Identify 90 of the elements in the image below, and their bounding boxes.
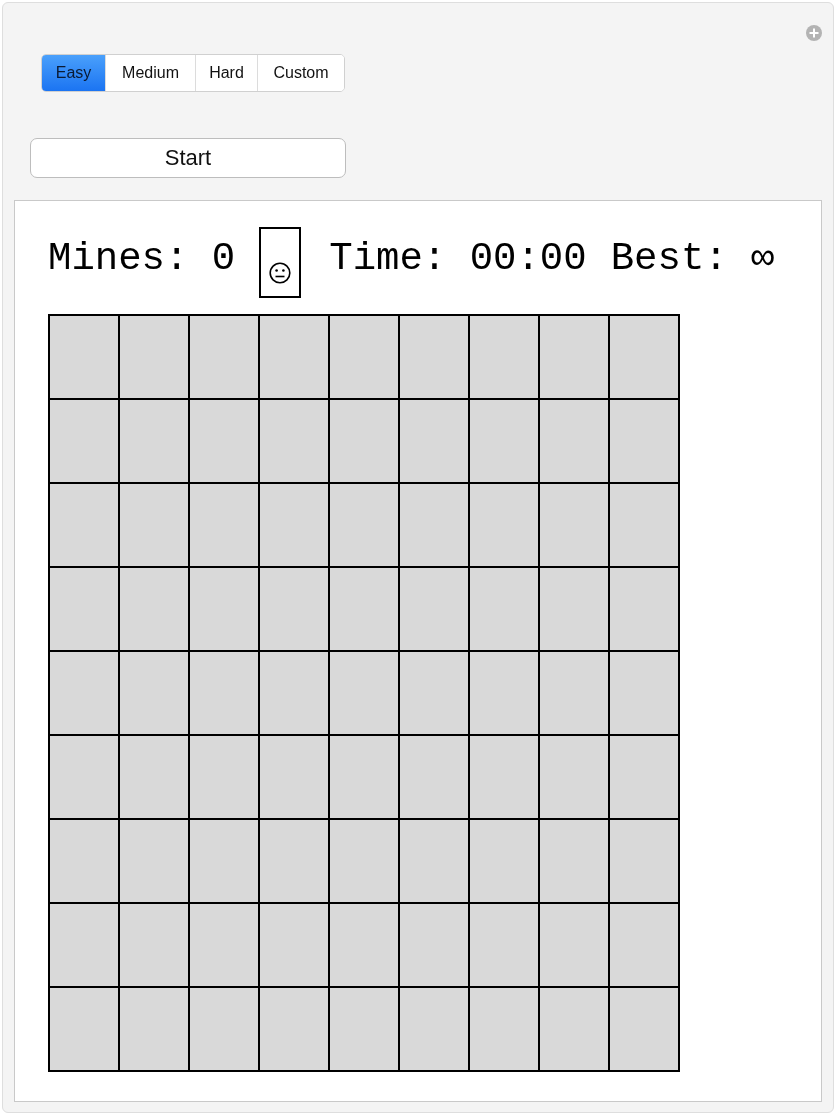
board-cell[interactable] <box>260 736 328 818</box>
board-cell[interactable] <box>400 316 468 398</box>
board-cell[interactable] <box>400 904 468 986</box>
board-cell[interactable] <box>610 316 678 398</box>
board-cell[interactable] <box>50 568 118 650</box>
add-icon[interactable] <box>806 25 822 41</box>
mines-counter: Mines: 0 <box>48 237 236 282</box>
board-cell[interactable] <box>190 484 258 566</box>
difficulty-tab[interactable]: Custom <box>257 55 344 91</box>
board-cell[interactable] <box>190 904 258 986</box>
board-cell[interactable] <box>470 736 538 818</box>
board-cell[interactable] <box>540 988 608 1070</box>
board-cell[interactable] <box>610 820 678 902</box>
board-cell[interactable] <box>260 400 328 482</box>
board-cell[interactable] <box>330 904 398 986</box>
board-cell[interactable] <box>120 736 188 818</box>
board-cell[interactable] <box>470 820 538 902</box>
board-cell[interactable] <box>470 568 538 650</box>
board-cell[interactable] <box>120 316 188 398</box>
face-button[interactable] <box>259 227 302 298</box>
board-cell[interactable] <box>50 652 118 734</box>
board-cell[interactable] <box>120 904 188 986</box>
board-cell[interactable] <box>330 316 398 398</box>
board-cell[interactable] <box>470 400 538 482</box>
board-cell[interactable] <box>190 652 258 734</box>
board-cell[interactable] <box>610 484 678 566</box>
board-cell[interactable] <box>400 820 468 902</box>
timer: Time: 00:00 <box>329 237 587 282</box>
start-button[interactable]: Start <box>30 138 346 178</box>
board-cell[interactable] <box>260 316 328 398</box>
board-cell[interactable] <box>190 316 258 398</box>
board-cell[interactable] <box>540 820 608 902</box>
board-cell[interactable] <box>120 484 188 566</box>
board-cell[interactable] <box>400 400 468 482</box>
board-cell[interactable] <box>400 652 468 734</box>
board-cell[interactable] <box>50 904 118 986</box>
board-cell[interactable] <box>470 904 538 986</box>
board-cell[interactable] <box>50 400 118 482</box>
board-cell[interactable] <box>50 820 118 902</box>
board-cell[interactable] <box>610 988 678 1070</box>
board-cell[interactable] <box>190 820 258 902</box>
board-cell[interactable] <box>400 484 468 566</box>
board-cell[interactable] <box>190 736 258 818</box>
neutral-face-icon <box>269 262 292 284</box>
board-cell[interactable] <box>120 988 188 1070</box>
board-cell[interactable] <box>330 736 398 818</box>
board-cell[interactable] <box>610 400 678 482</box>
board-cell[interactable] <box>190 568 258 650</box>
board-cell[interactable] <box>540 652 608 734</box>
board-cell[interactable] <box>120 568 188 650</box>
board-cell[interactable] <box>470 484 538 566</box>
board-cell[interactable] <box>400 736 468 818</box>
board-cell[interactable] <box>260 484 328 566</box>
board-cell[interactable] <box>400 988 468 1070</box>
board-cell[interactable] <box>50 988 118 1070</box>
board-cell[interactable] <box>190 988 258 1070</box>
board-cell[interactable] <box>330 820 398 902</box>
board-cell[interactable] <box>540 568 608 650</box>
board-cell[interactable] <box>50 484 118 566</box>
board-cell[interactable] <box>330 652 398 734</box>
board-cell[interactable] <box>190 400 258 482</box>
board-cell[interactable] <box>610 652 678 734</box>
board-cell[interactable] <box>330 400 398 482</box>
board-cell[interactable] <box>120 820 188 902</box>
board-cell[interactable] <box>260 568 328 650</box>
board-cell[interactable] <box>400 568 468 650</box>
board-cell[interactable] <box>260 652 328 734</box>
board-cell[interactable] <box>610 904 678 986</box>
board-cell[interactable] <box>470 988 538 1070</box>
board-cell[interactable] <box>330 484 398 566</box>
board-cell[interactable] <box>330 568 398 650</box>
board-cell[interactable] <box>540 400 608 482</box>
board-cell[interactable] <box>260 904 328 986</box>
difficulty-tab[interactable]: Easy <box>42 55 105 91</box>
board-cell[interactable] <box>50 736 118 818</box>
board-cell[interactable] <box>610 568 678 650</box>
board-cell[interactable] <box>540 316 608 398</box>
board-cell[interactable] <box>120 400 188 482</box>
board-cell[interactable] <box>540 736 608 818</box>
board-cell[interactable] <box>260 820 328 902</box>
board-cell[interactable] <box>610 736 678 818</box>
best-time: Best: ∞ <box>610 237 775 282</box>
board-cell[interactable] <box>50 316 118 398</box>
board-cell[interactable] <box>470 316 538 398</box>
board-cell[interactable] <box>540 484 608 566</box>
board-cell[interactable] <box>330 988 398 1070</box>
board-cell[interactable] <box>540 904 608 986</box>
board-cell[interactable] <box>120 652 188 734</box>
board-cell[interactable] <box>470 652 538 734</box>
board-cell[interactable] <box>260 988 328 1070</box>
